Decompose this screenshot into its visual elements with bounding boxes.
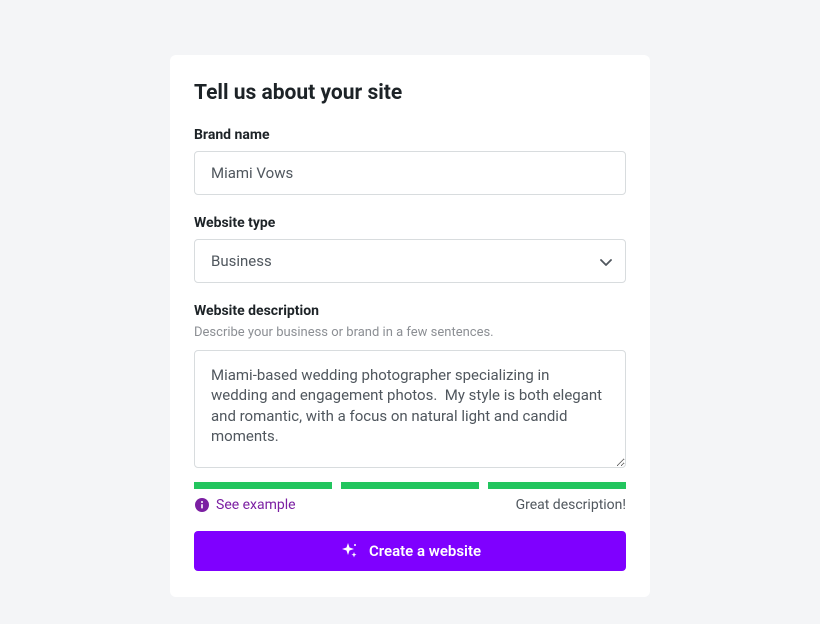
strength-bar xyxy=(194,482,626,489)
create-website-button[interactable]: Create a website xyxy=(194,531,626,571)
strength-segment-2 xyxy=(341,482,479,489)
website-type-wrapper: Business xyxy=(194,239,626,283)
website-type-label: Website type xyxy=(194,215,626,231)
see-example-text: See example xyxy=(216,497,296,513)
create-website-label: Create a website xyxy=(369,542,481,560)
see-example-link[interactable]: See example xyxy=(194,497,296,513)
description-helper: Describe your business or brand in a few… xyxy=(194,325,626,340)
brand-name-input[interactable] xyxy=(194,151,626,195)
onboarding-card: Tell us about your site Brand name Websi… xyxy=(170,55,650,597)
strength-segment-3 xyxy=(488,482,626,489)
description-label: Website description xyxy=(194,303,626,319)
strength-status: Great description! xyxy=(516,497,626,513)
sparkle-icon xyxy=(339,541,359,561)
website-type-select[interactable]: Business xyxy=(194,239,626,283)
strength-segment-1 xyxy=(194,482,332,489)
strength-row: See example Great description! xyxy=(194,497,626,513)
brand-name-label: Brand name xyxy=(194,127,626,143)
description-textarea[interactable]: Miami-based wedding photographer special… xyxy=(194,350,626,468)
info-icon xyxy=(194,497,210,513)
page-title: Tell us about your site xyxy=(194,81,626,105)
